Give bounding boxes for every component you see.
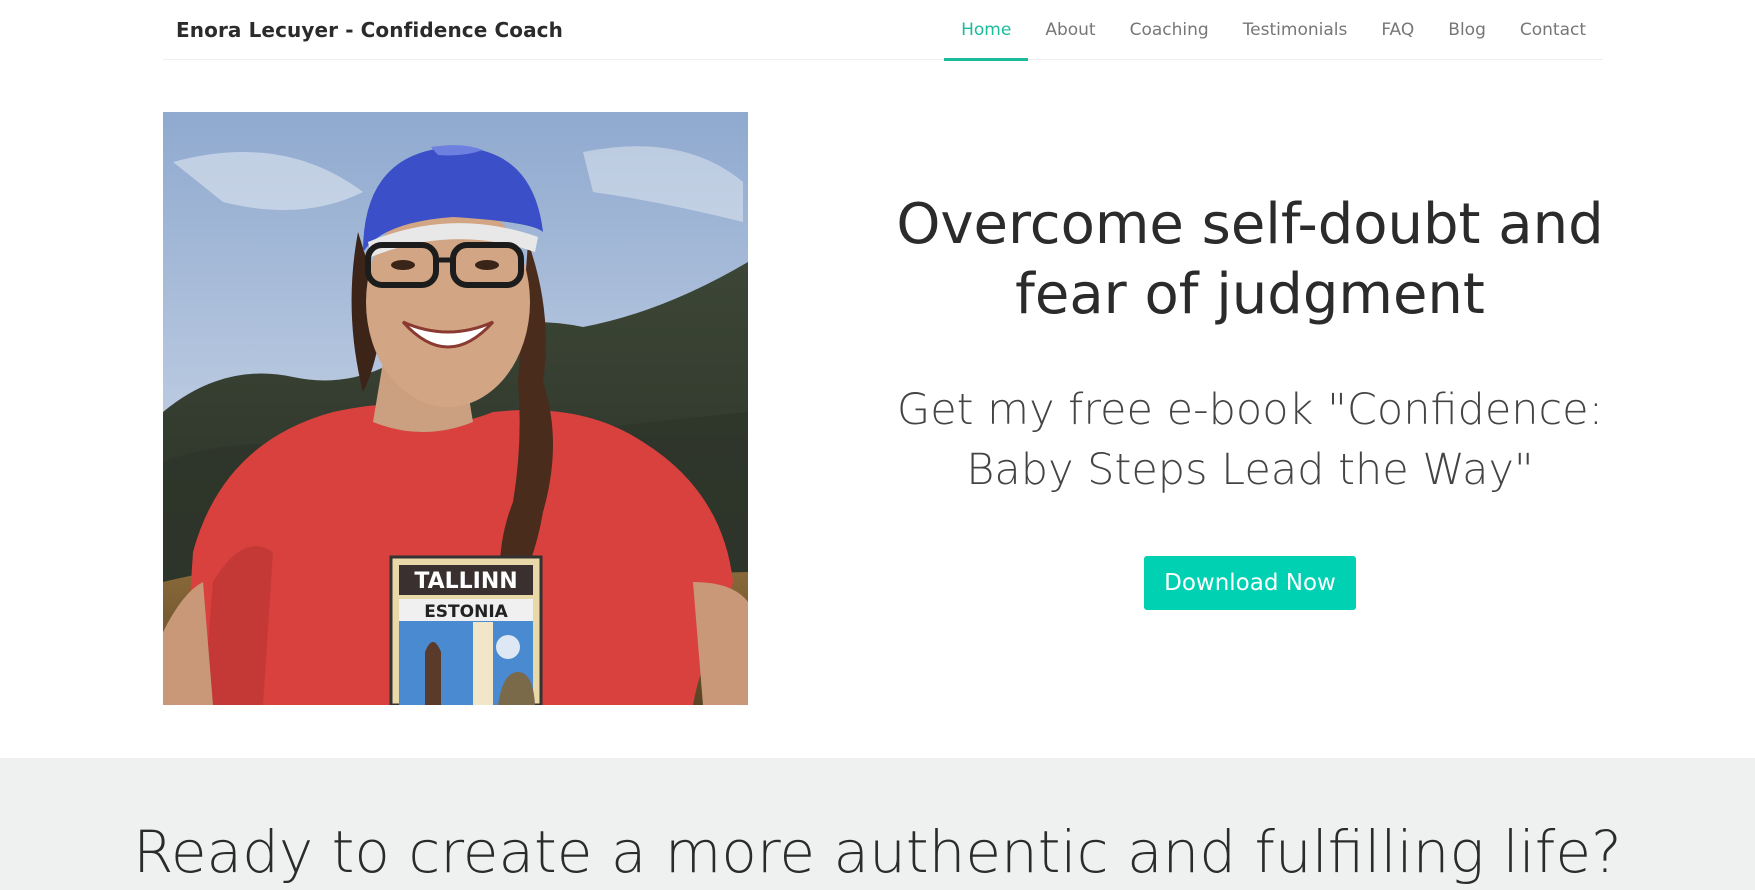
portrait-illustration: TALLINN ESTONIA	[163, 112, 748, 705]
hero-photo: TALLINN ESTONIA	[163, 112, 748, 705]
hero-headline: Overcome self-doubt and fear of judgment	[896, 192, 1604, 327]
download-now-button[interactable]: Download Now	[1144, 556, 1356, 610]
nav-item-faq[interactable]: FAQ	[1364, 0, 1431, 60]
nav-item-blog[interactable]: Blog	[1431, 0, 1503, 60]
main-nav: Home About Coaching Testimonials FAQ Blo…	[944, 0, 1603, 61]
nav-item-home[interactable]: Home	[944, 0, 1029, 61]
nav-item-coaching[interactable]: Coaching	[1113, 0, 1226, 60]
hero-subheadline: Get my free e-book "Confidence: Baby Ste…	[896, 385, 1604, 495]
nav-item-about[interactable]: About	[1028, 0, 1112, 60]
shirt-text-estonia: ESTONIA	[424, 602, 508, 622]
shirt-text-tallinn: TALLINN	[414, 569, 517, 594]
site-brand[interactable]: Enora Lecuyer - Confidence Coach	[176, 18, 563, 42]
top-navbar: Enora Lecuyer - Confidence Coach Home Ab…	[163, 0, 1603, 61]
nav-item-contact[interactable]: Contact	[1503, 0, 1603, 60]
nav-item-testimonials[interactable]: Testimonials	[1226, 0, 1365, 60]
cta-band: Ready to create a more authentic and ful…	[0, 758, 1755, 890]
hero-content: Overcome self-doubt and fear of judgment…	[860, 190, 1640, 610]
band-title: Ready to create a more authentic and ful…	[133, 818, 1622, 886]
